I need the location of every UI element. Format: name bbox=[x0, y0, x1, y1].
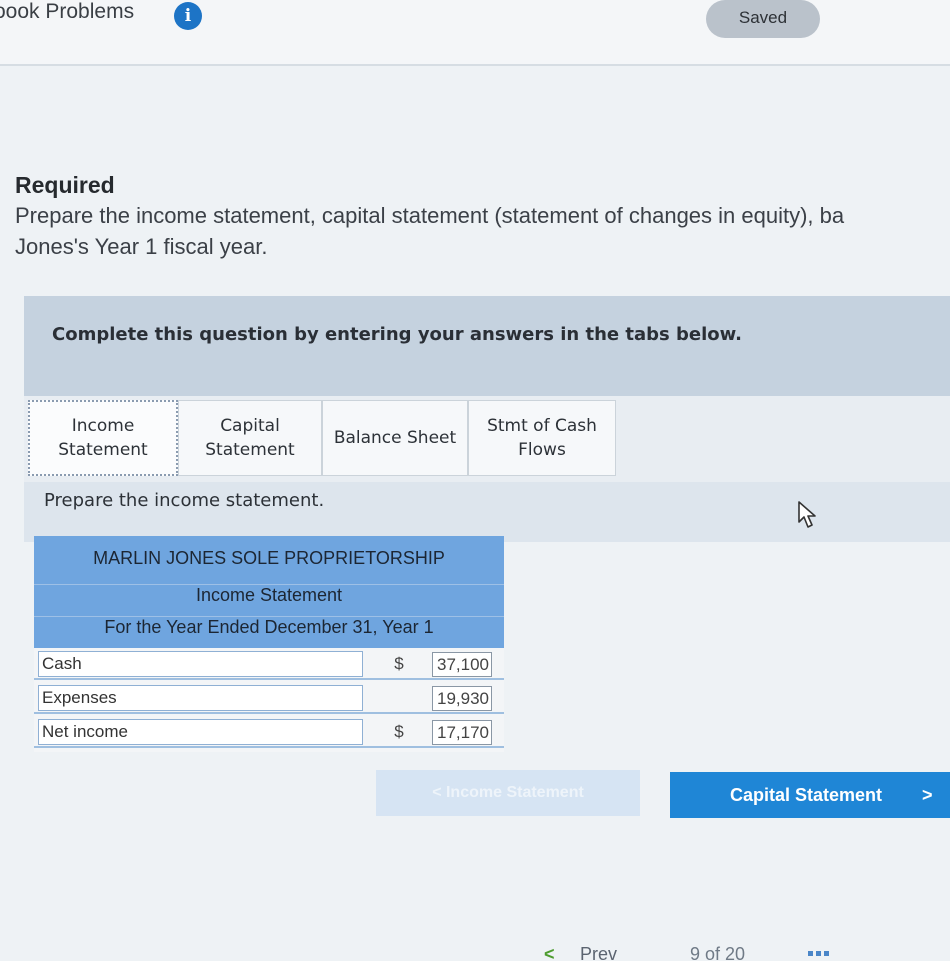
saved-status-badge: Saved bbox=[706, 0, 820, 38]
statement-header: MARLIN JONES SOLE PROPRIETORSHIP Income … bbox=[34, 536, 504, 648]
tab-income-statement[interactable]: Income Statement bbox=[28, 400, 178, 476]
company-name: MARLIN JONES SOLE PROPRIETORSHIP bbox=[93, 548, 445, 568]
tab-strip: Income Statement Capital Statement Balance… bbox=[24, 396, 950, 482]
tab-label-line-1: Balance Sheet bbox=[333, 428, 457, 448]
required-heading: Required bbox=[15, 172, 115, 198]
tab-capital-statement[interactable]: Capital Statement bbox=[178, 400, 322, 476]
mouse-pointer-icon bbox=[798, 501, 816, 528]
top-bar: oook Problems i Saved bbox=[0, 0, 950, 66]
row-label-input[interactable]: Cash bbox=[38, 651, 363, 677]
amount-input[interactable]: 17,170 bbox=[432, 720, 492, 745]
app-title: oook Problems bbox=[0, 0, 135, 23]
info-icon[interactable]: i bbox=[174, 2, 202, 30]
next-tab-button[interactable]: Capital Statement > bbox=[670, 772, 950, 818]
next-tab-label: Capital Statement bbox=[730, 785, 883, 805]
amount-input[interactable]: 37,100 bbox=[432, 652, 492, 677]
tab-label-line-2: Flows bbox=[518, 440, 566, 460]
tab-label-line-2: Statement bbox=[58, 440, 148, 460]
prev-tab-button[interactable]: < Income Statement bbox=[376, 770, 640, 816]
table-row: Cash $ 37,100 bbox=[34, 648, 504, 680]
instruction-banner: Complete this question by entering your … bbox=[24, 296, 950, 396]
table-row: Expenses 19,930 bbox=[34, 682, 504, 714]
prev-link[interactable]: Prev bbox=[580, 944, 617, 961]
chevron-right-icon: > bbox=[922, 785, 933, 805]
instruction-text: Complete this question by entering your … bbox=[52, 324, 742, 345]
statement-title: Income Statement bbox=[34, 584, 504, 606]
tab-prompt: Prepare the income statement. bbox=[44, 490, 325, 511]
amount-input[interactable]: 19,930 bbox=[432, 686, 492, 711]
tab-label-line-1: Income bbox=[71, 416, 135, 436]
required-text-line-1: Prepare the income statement, capital st… bbox=[15, 203, 845, 228]
tab-balance-sheet[interactable]: Balance Sheet bbox=[322, 400, 468, 476]
page-counter: 9 of 20 bbox=[690, 944, 746, 961]
row-label-input[interactable]: Expenses bbox=[38, 685, 363, 711]
required-section: Required Prepare the income statement, c… bbox=[15, 172, 950, 261]
income-statement-table: MARLIN JONES SOLE PROPRIETORSHIP Income … bbox=[34, 536, 504, 752]
tab-label-line-1: Capital bbox=[220, 416, 280, 436]
dollar-sign: $ bbox=[394, 654, 404, 673]
chevron-left-icon[interactable]: < bbox=[544, 944, 555, 961]
row-label-input[interactable]: Net income bbox=[38, 719, 363, 745]
tab-label-line-1: Stmt of Cash bbox=[487, 416, 597, 436]
required-text-line-2: Jones's Year 1 fiscal year. bbox=[15, 234, 268, 259]
grid-icon[interactable] bbox=[808, 950, 830, 958]
dollar-sign: $ bbox=[394, 722, 404, 741]
statement-period: For the Year Ended December 31, Year 1 bbox=[34, 616, 504, 638]
tab-stmt-of-cash-flows[interactable]: Stmt of Cash Flows bbox=[468, 400, 616, 476]
table-row: Net income $ 17,170 bbox=[34, 716, 504, 748]
dollar-sign bbox=[369, 684, 429, 712]
tab-label-line-2: Statement bbox=[205, 440, 295, 460]
